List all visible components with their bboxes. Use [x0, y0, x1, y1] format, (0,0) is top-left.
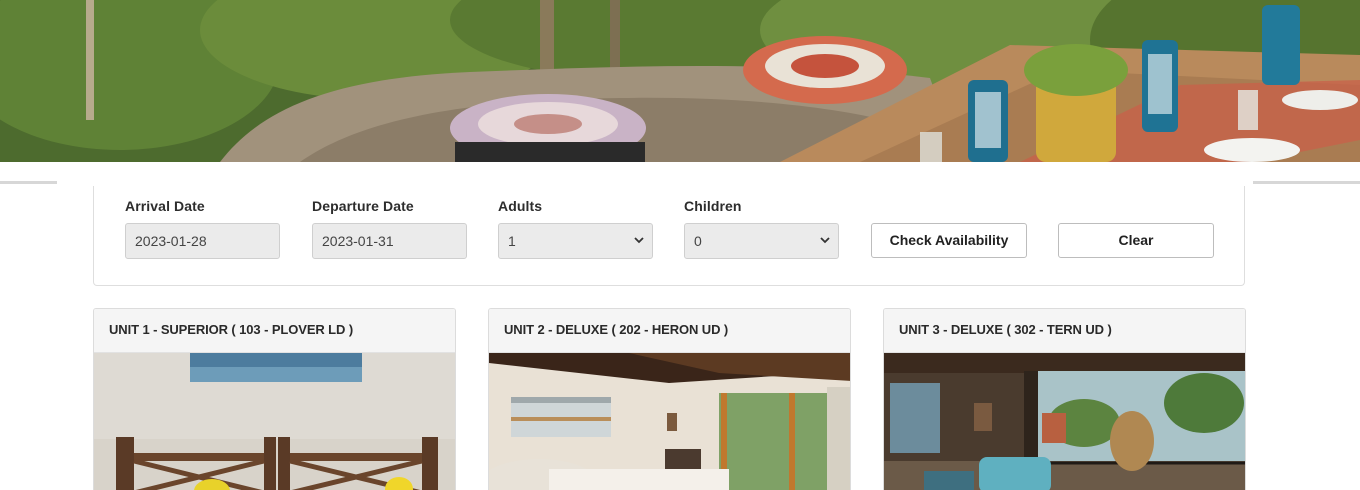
unit-1-room-image[interactable] — [94, 353, 456, 490]
adults-group: Adults 1 — [498, 198, 653, 259]
departure-date-label: Departure Date — [312, 198, 414, 214]
children-select-value: 0 — [694, 233, 702, 249]
departure-date-group: Departure Date 2023-01-31 — [312, 198, 467, 259]
children-label: Children — [684, 198, 742, 214]
clear-button[interactable]: Clear — [1058, 223, 1214, 258]
adults-label: Adults — [498, 198, 543, 214]
booking-form: Arrival Date 2023-01-28 Departure Date 2… — [93, 186, 1245, 286]
arrival-date-input[interactable]: 2023-01-28 — [125, 223, 280, 259]
unit-card-title[interactable]: UNIT 1 - SUPERIOR ( 103 - PLOVER LD ) — [94, 309, 455, 353]
hero-banner-image — [0, 0, 1360, 162]
unit-card-title[interactable]: UNIT 3 - DELUXE ( 302 - TERN UD ) — [884, 309, 1245, 353]
children-select[interactable]: 0 — [684, 223, 839, 259]
arrival-date-label: Arrival Date — [125, 198, 205, 214]
adults-select[interactable]: 1 — [498, 223, 653, 259]
divider-right — [1253, 181, 1360, 184]
arrival-date-group: Arrival Date 2023-01-28 — [125, 198, 280, 259]
chevron-down-icon — [820, 237, 830, 244]
chevron-down-icon — [634, 237, 644, 244]
unit-card-3[interactable]: UNIT 3 - DELUXE ( 302 - TERN UD ) — [883, 308, 1246, 490]
hero-illustration — [0, 0, 1360, 162]
unit-card-1[interactable]: UNIT 1 - SUPERIOR ( 103 - PLOVER LD ) — [93, 308, 456, 490]
departure-date-input[interactable]: 2023-01-31 — [312, 223, 467, 259]
unit-card-title[interactable]: UNIT 2 - DELUXE ( 202 - HERON UD ) — [489, 309, 850, 353]
unit-3-room-image[interactable] — [884, 353, 1246, 490]
adults-select-value: 1 — [508, 233, 516, 249]
unit-card-2[interactable]: UNIT 2 - DELUXE ( 202 - HERON UD ) — [488, 308, 851, 490]
check-availability-button[interactable]: Check Availability — [871, 223, 1027, 258]
unit-2-room-image[interactable] — [489, 353, 851, 490]
divider-left — [0, 181, 57, 184]
children-group: Children 0 — [684, 198, 839, 259]
